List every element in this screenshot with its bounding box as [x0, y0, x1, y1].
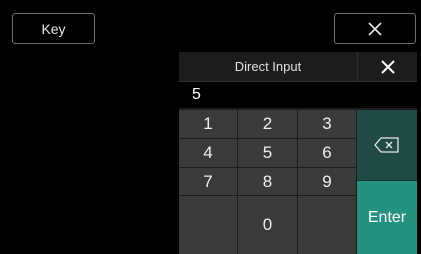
key-1[interactable]: 1 — [179, 110, 238, 139]
direct-input-panel: Direct Input 5 1 2 3 4 5 6 7 8 9 0 Enter — [179, 52, 417, 254]
key-2[interactable]: 2 — [238, 110, 298, 139]
blank-key-right — [298, 196, 357, 254]
close-icon — [380, 59, 395, 74]
close-button[interactable] — [334, 13, 416, 44]
key-8[interactable]: 8 — [238, 168, 298, 196]
enter-key[interactable]: Enter — [357, 181, 417, 254]
key-button[interactable]: Key — [12, 13, 95, 44]
blank-key-left — [179, 196, 238, 254]
direct-input-close-button[interactable] — [357, 52, 417, 81]
backspace-key[interactable] — [357, 110, 417, 181]
key-7[interactable]: 7 — [179, 168, 238, 196]
enter-label: Enter — [367, 208, 407, 226]
direct-input-title: Direct Input — [234, 59, 302, 74]
input-display: 5 — [179, 82, 417, 108]
key-3[interactable]: 3 — [298, 110, 357, 139]
key-9[interactable]: 9 — [298, 168, 357, 196]
close-icon — [368, 21, 382, 36]
key-button-label: Key — [41, 20, 66, 37]
backspace-icon — [374, 137, 399, 153]
key-4[interactable]: 4 — [179, 139, 238, 168]
key-6[interactable]: 6 — [298, 139, 357, 168]
direct-input-header: Direct Input — [179, 52, 417, 82]
key-5[interactable]: 5 — [238, 139, 298, 168]
key-0[interactable]: 0 — [238, 196, 298, 254]
